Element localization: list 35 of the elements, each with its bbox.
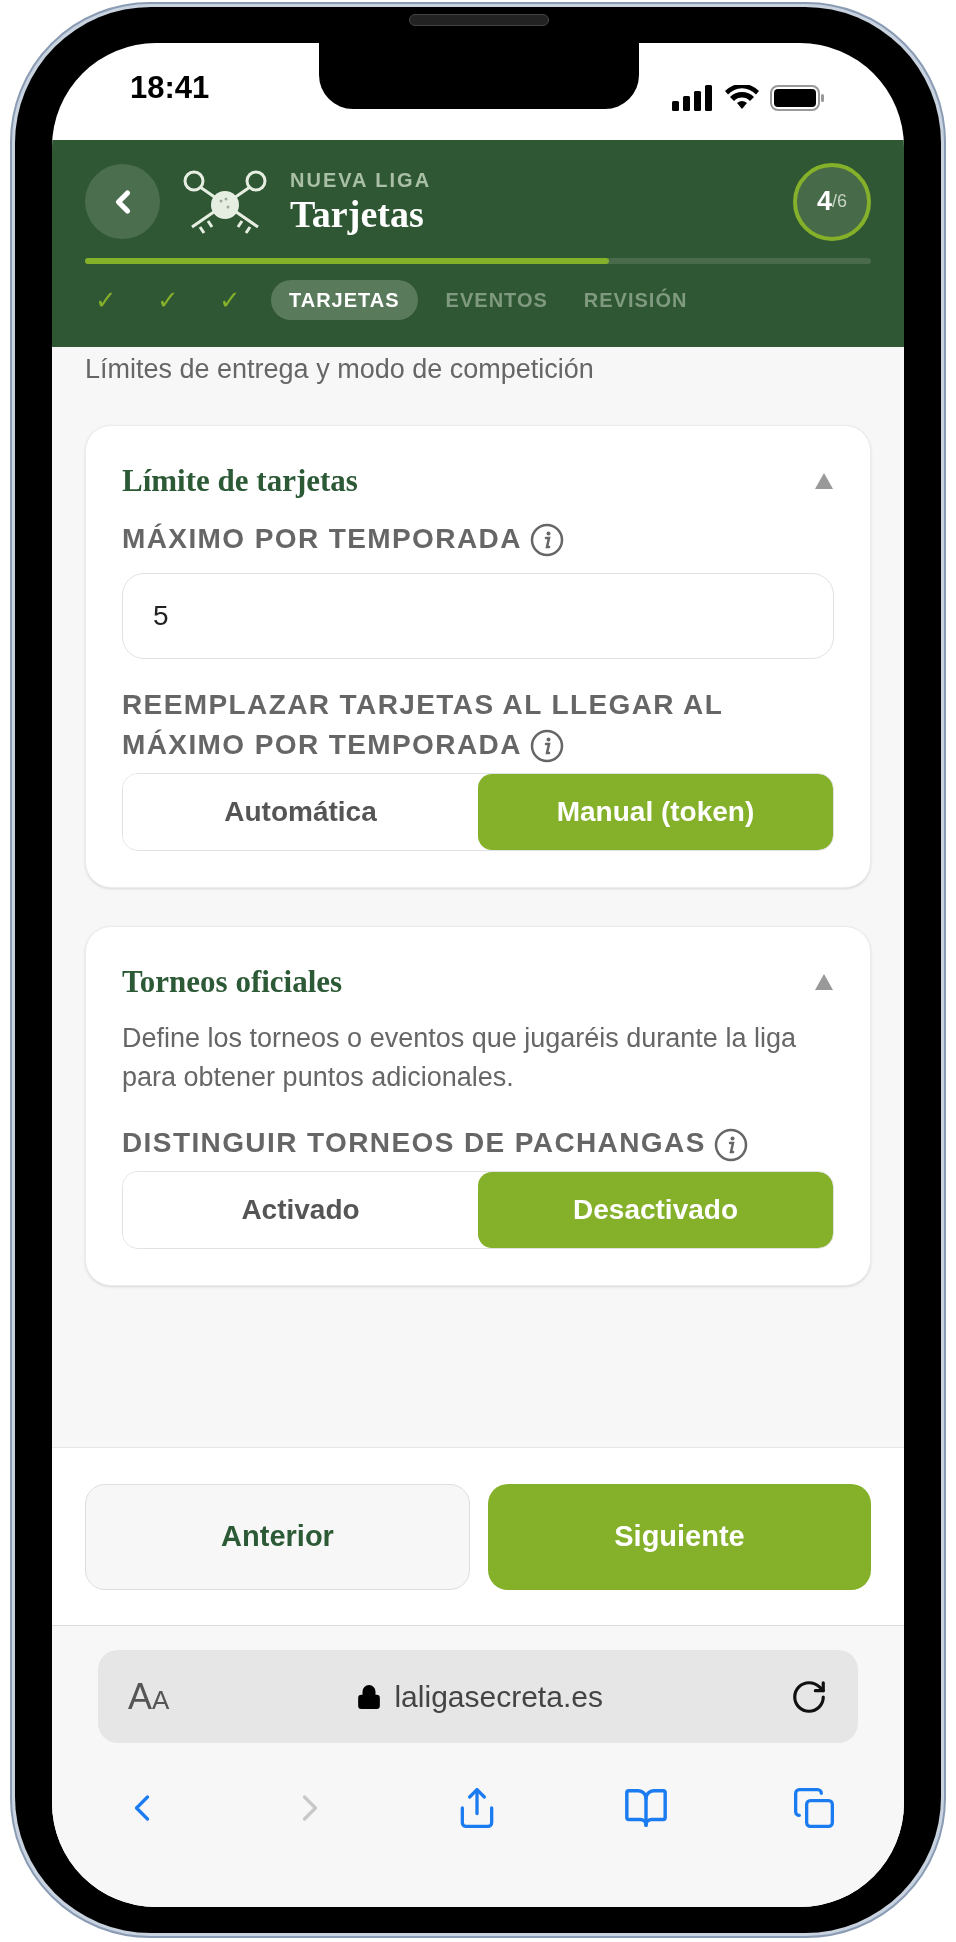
- text-size-button[interactable]: AA: [128, 1678, 170, 1715]
- input-field[interactable]: 5: [122, 572, 834, 659]
- signal-icon: [672, 85, 714, 111]
- step-counter: 4/6: [793, 162, 871, 241]
- section-title: Límite de tarjetas: [122, 462, 358, 500]
- collapse-icon[interactable]: [814, 972, 834, 991]
- page-title: Tarjetas: [290, 191, 425, 236]
- lock-icon: [356, 1683, 383, 1710]
- step-tab[interactable]: TARJETAS: [271, 280, 418, 320]
- tabs-icon[interactable]: [792, 1786, 836, 1830]
- info-icon[interactable]: [529, 523, 564, 558]
- status-time: 18:41: [130, 68, 210, 107]
- next-button[interactable]: Siguiente: [488, 1483, 871, 1590]
- url-text: laligasecreta.es: [394, 1679, 603, 1715]
- header-overline: NUEVA LIGA: [290, 167, 432, 192]
- segment-option[interactable]: Manual (token): [478, 773, 833, 850]
- section-title: Torneos oficiales: [122, 962, 343, 1001]
- page-subtitle: Límites de entrega y modo de competición: [85, 353, 595, 386]
- section-description: Define los torneos o eventos que jugaréis durante la liga para obtener puntos adicionales.: [122, 1022, 797, 1094]
- field-label: MÁXIMO POR TEMPORADA: [122, 518, 834, 559]
- field-label: DISTINGUIR TORNEOS DE PACHANGAS: [122, 1123, 834, 1163]
- step-check[interactable]: ✓: [85, 280, 127, 320]
- info-icon[interactable]: [713, 1127, 748, 1162]
- address-bar[interactable]: AA laligasecreta.es: [98, 1650, 858, 1743]
- step-check[interactable]: ✓: [147, 280, 189, 320]
- field-label: REEMPLAZAR TARJETAS AL LLEGAR AL MÁXIMO POR TEMPORADA: [122, 684, 834, 765]
- wifi-icon: [724, 85, 760, 111]
- info-icon[interactable]: [529, 729, 564, 764]
- collapse-icon[interactable]: [814, 472, 834, 491]
- step-tab[interactable]: REVISIÓN: [575, 280, 696, 320]
- segment-option[interactable]: Desactivado: [478, 1172, 833, 1248]
- step-tab[interactable]: EVENTOS: [437, 280, 556, 320]
- step-check[interactable]: ✓: [209, 280, 251, 320]
- battery-icon: [770, 85, 826, 111]
- previous-button[interactable]: Anterior: [85, 1483, 470, 1590]
